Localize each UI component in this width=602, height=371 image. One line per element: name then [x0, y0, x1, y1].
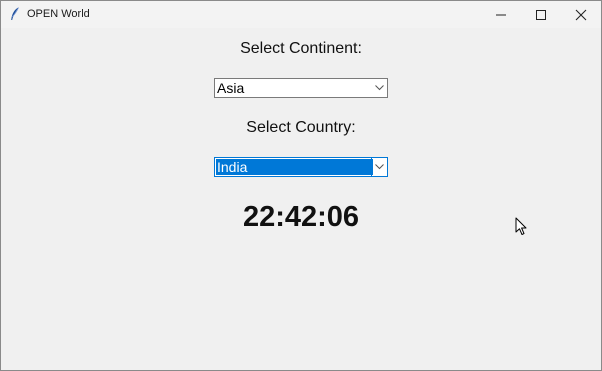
minimize-icon	[496, 14, 506, 16]
continent-combobox[interactable]: Asia	[214, 78, 388, 98]
clock-display: 22:42:06	[242, 201, 360, 233]
mouse-pointer-icon	[515, 217, 527, 241]
country-selected-value: India	[216, 159, 373, 175]
continent-label: Select Continent:	[240, 40, 362, 57]
maximize-button[interactable]	[521, 1, 561, 28]
chevron-down-icon	[375, 85, 384, 91]
title-bar[interactable]: OPEN World	[1, 1, 601, 28]
close-button[interactable]	[561, 1, 601, 28]
minimize-button[interactable]	[481, 1, 521, 28]
close-icon	[575, 9, 587, 21]
window-title: OPEN World	[27, 8, 90, 20]
continent-selected-value: Asia	[217, 80, 245, 96]
continent-dropdown-button[interactable]	[372, 79, 387, 97]
country-dropdown-button[interactable]	[371, 158, 387, 176]
country-combobox[interactable]: India	[214, 157, 388, 177]
app-window: OPEN World Select Continent: Asia Select…	[0, 0, 602, 371]
feather-icon	[10, 7, 20, 21]
maximize-icon	[536, 10, 546, 20]
country-label: Select Country:	[246, 119, 356, 136]
chevron-down-icon	[375, 164, 384, 170]
